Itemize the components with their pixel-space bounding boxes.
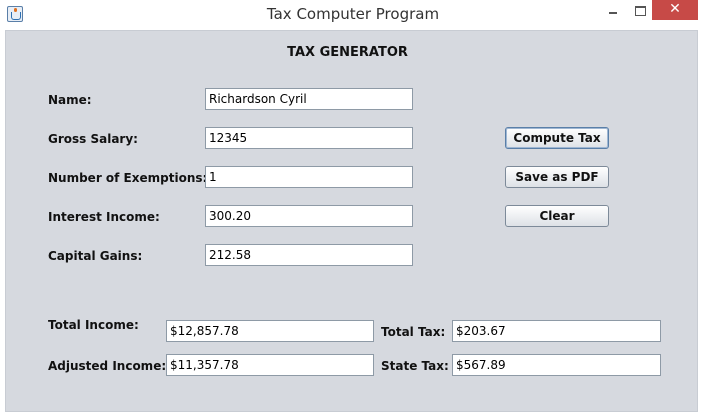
total-income-field[interactable]: $12,857.78 [166,320,374,342]
main-panel: TAX GENERATOR Name: Richardson Cyril Gro… [5,30,698,412]
close-button[interactable]: ✕ [652,0,698,20]
minimize-icon [609,12,617,14]
form-heading: TAX GENERATOR [287,45,408,60]
maximize-button[interactable] [627,0,653,20]
name-field[interactable]: Richardson Cyril [205,88,413,110]
save-pdf-button[interactable]: Save as PDF [505,166,609,188]
capital-gains-label: Capital Gains: [48,249,143,263]
adjusted-income-label: Adjusted Income: [48,359,167,373]
total-income-label: Total Income: [48,318,139,332]
state-tax-field[interactable]: $567.89 [452,354,661,376]
maximize-icon [635,6,646,16]
name-label: Name: [48,93,92,107]
total-tax-field[interactable]: $203.67 [452,320,661,342]
clear-button[interactable]: Clear [505,205,609,227]
app-window: Tax Computer Program ✕ TAX GENERATOR Nam… [0,0,706,420]
state-tax-label: State Tax: [381,359,449,373]
total-tax-label: Total Tax: [381,325,446,339]
adjusted-income-field[interactable]: $11,357.78 [166,354,374,376]
gross-salary-label: Gross Salary: [48,132,138,146]
interest-income-field[interactable]: 300.20 [205,205,413,227]
interest-income-label: Interest Income: [48,210,160,224]
close-icon: ✕ [669,1,681,17]
capital-gains-field[interactable]: 212.58 [205,244,413,266]
title-bar[interactable]: Tax Computer Program ✕ [0,0,706,30]
gross-salary-field[interactable]: 12345 [205,127,413,149]
compute-tax-button[interactable]: Compute Tax [505,127,609,149]
exemptions-label: Number of Exemptions: [48,171,208,185]
exemptions-field[interactable]: 1 [205,166,413,188]
minimize-button[interactable] [599,0,629,20]
